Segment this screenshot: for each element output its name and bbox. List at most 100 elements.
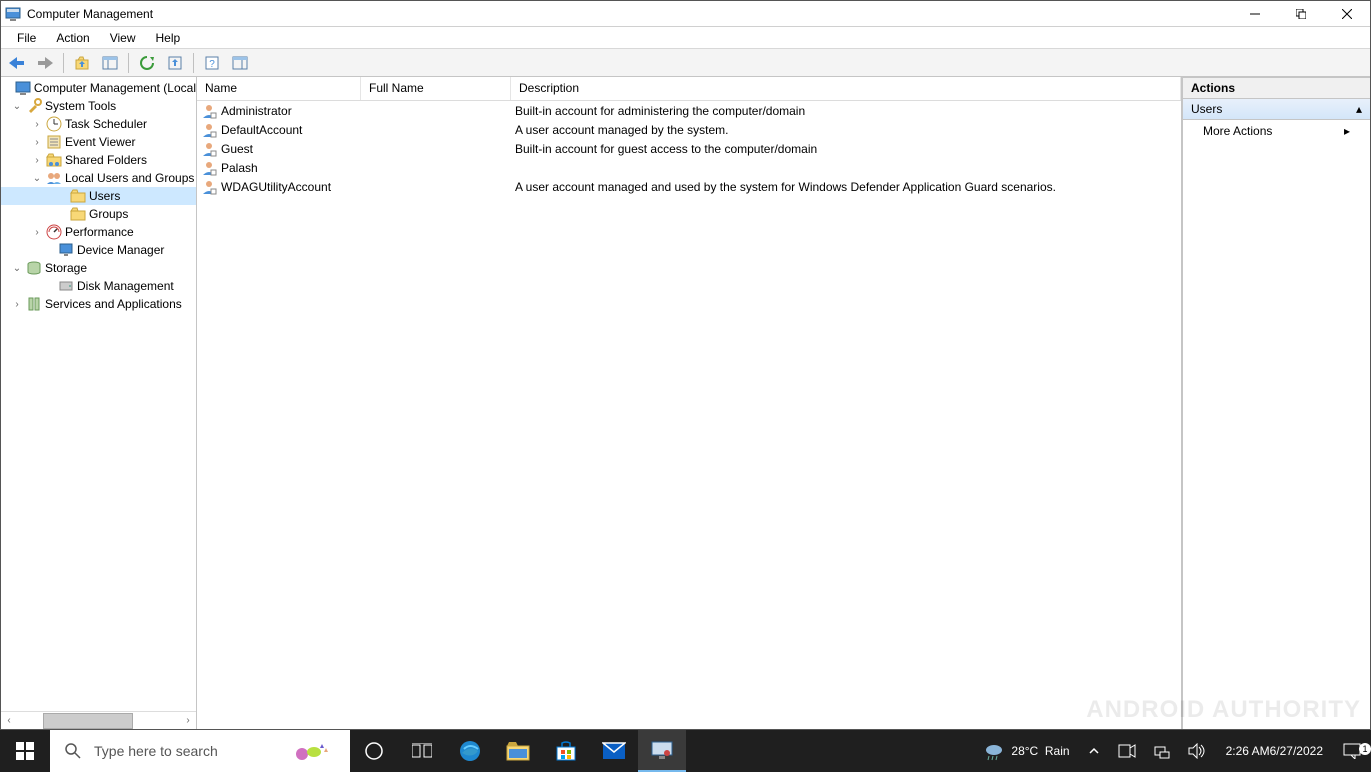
expand-icon[interactable]: ›	[31, 155, 43, 166]
taskbar: Type here to search 28°C Rain 2:26 AM 6/…	[0, 730, 1371, 772]
list-row[interactable]: Palash	[197, 158, 1181, 177]
maximize-button[interactable]	[1278, 1, 1324, 27]
svg-text:?: ?	[209, 59, 215, 70]
tree-task-scheduler[interactable]: › Task Scheduler	[1, 115, 196, 133]
weather-widget[interactable]: 28°C Rain	[977, 730, 1075, 772]
toolbar-separator	[193, 53, 194, 73]
taskbar-store[interactable]	[542, 730, 590, 772]
taskbar-mail[interactable]	[590, 730, 638, 772]
column-header-description[interactable]: Description	[511, 77, 1181, 100]
column-header-fullname[interactable]: Full Name	[361, 77, 511, 100]
disk-icon	[58, 278, 74, 294]
user-icon	[201, 141, 217, 157]
tray-chevron[interactable]	[1082, 730, 1106, 772]
tray-clock[interactable]: 2:26 AM 6/27/2022	[1218, 730, 1331, 772]
watermark: ANDROID AUTHORITY	[1086, 696, 1361, 724]
scroll-left-icon[interactable]: ‹	[1, 715, 17, 726]
collapse-icon[interactable]: ⌄	[11, 263, 23, 274]
list-row[interactable]: WDAGUtilityAccountA user account managed…	[197, 177, 1181, 196]
navigation-tree[interactable]: Computer Management (Local ⌄ System Tool…	[1, 77, 196, 711]
actions-section-label: Users	[1191, 102, 1222, 116]
expand-icon[interactable]: ›	[11, 299, 23, 310]
actions-section-header[interactable]: Users ▴	[1183, 99, 1370, 120]
tree-local-users-groups[interactable]: ⌄ Local Users and Groups	[1, 169, 196, 187]
help-button[interactable]: ?	[200, 52, 224, 74]
cortana-button[interactable]	[350, 730, 398, 772]
weather-temp: 28°C	[1011, 744, 1038, 758]
menu-action[interactable]: Action	[46, 29, 99, 47]
menu-help[interactable]: Help	[146, 29, 191, 47]
minimize-button[interactable]	[1232, 1, 1278, 27]
show-hide-actions-button[interactable]	[228, 52, 252, 74]
collapse-icon[interactable]: ⌄	[11, 101, 23, 112]
menu-file[interactable]: File	[7, 29, 46, 47]
list-row[interactable]: Guest Built-in account for guest access t…	[197, 139, 1181, 158]
tree-horizontal-scrollbar[interactable]: ‹ ›	[1, 711, 196, 729]
expand-icon[interactable]: ›	[31, 227, 43, 238]
menu-view[interactable]: View	[100, 29, 146, 47]
taskbar-computer-management[interactable]	[638, 730, 686, 772]
tree-label: Storage	[45, 261, 87, 275]
tray-volume[interactable]	[1182, 730, 1212, 772]
start-button[interactable]	[0, 730, 50, 772]
tree-label: System Tools	[45, 99, 116, 113]
services-icon	[26, 296, 42, 312]
tray-meet-now[interactable]	[1112, 730, 1142, 772]
cell-name: Guest	[221, 142, 253, 156]
tree-system-tools[interactable]: ⌄ System Tools	[1, 97, 196, 115]
search-placeholder: Type here to search	[94, 743, 218, 759]
expand-icon[interactable]: ›	[31, 137, 43, 148]
toolbar-separator	[63, 53, 64, 73]
tree-label: Users	[89, 189, 120, 203]
collapse-triangle-icon: ▴	[1356, 102, 1362, 116]
cell-description: A user account managed and used by the s…	[511, 180, 1181, 194]
tree-device-manager[interactable]: Device Manager	[1, 241, 196, 259]
scroll-right-icon[interactable]: ›	[180, 715, 196, 726]
user-icon	[201, 122, 217, 138]
taskbar-search[interactable]: Type here to search	[50, 730, 350, 772]
tree-event-viewer[interactable]: › Event Viewer	[1, 133, 196, 151]
event-viewer-icon	[46, 134, 62, 150]
tree-performance[interactable]: › Performance	[1, 223, 196, 241]
list-body: AdministratorBuilt-in account for admini…	[197, 101, 1181, 729]
performance-icon	[46, 224, 62, 240]
taskbar-edge[interactable]	[446, 730, 494, 772]
up-button[interactable]	[70, 52, 94, 74]
tree-shared-folders[interactable]: › Shared Folders	[1, 151, 196, 169]
weather-icon	[983, 740, 1005, 762]
tray-network[interactable]	[1148, 730, 1176, 772]
notification-icon	[1343, 743, 1361, 759]
app-icon	[5, 6, 21, 22]
tree-storage[interactable]: ⌄ Storage	[1, 259, 196, 277]
export-button[interactable]	[163, 52, 187, 74]
actions-more-label: More Actions	[1203, 124, 1272, 138]
list-row[interactable]: AdministratorBuilt-in account for admini…	[197, 101, 1181, 120]
close-button[interactable]	[1324, 1, 1370, 27]
tree-disk-management[interactable]: Disk Management	[1, 277, 196, 295]
tree-root[interactable]: Computer Management (Local	[1, 79, 196, 97]
tree-groups[interactable]: Groups	[1, 205, 196, 223]
folder-icon	[70, 188, 86, 204]
expand-icon[interactable]: ›	[31, 119, 43, 130]
task-view-button[interactable]	[398, 730, 446, 772]
tree-services-apps[interactable]: › Services and Applications	[1, 295, 196, 313]
scrollbar-thumb[interactable]	[43, 713, 133, 729]
taskbar-explorer[interactable]	[494, 730, 542, 772]
list-pane: Name Full Name Description Administrator…	[197, 77, 1182, 729]
clock-date: 6/27/2022	[1270, 744, 1323, 758]
actions-more-actions[interactable]: More Actions ▸	[1183, 120, 1370, 142]
show-hide-tree-button[interactable]	[98, 52, 122, 74]
tree-users[interactable]: Users	[1, 187, 196, 205]
forward-button[interactable]	[33, 52, 57, 74]
back-button[interactable]	[5, 52, 29, 74]
storage-icon	[26, 260, 42, 276]
refresh-button[interactable]	[135, 52, 159, 74]
tray-notifications[interactable]: 1	[1337, 730, 1367, 772]
collapse-icon[interactable]: ⌄	[31, 173, 43, 184]
network-icon	[1154, 743, 1170, 759]
column-header-name[interactable]: Name	[197, 77, 361, 100]
tree-label: Groups	[89, 207, 128, 221]
cell-description: Built-in account for guest access to the…	[511, 142, 1181, 156]
list-row[interactable]: DefaultAccountA user account managed by …	[197, 120, 1181, 139]
tree-label: Event Viewer	[65, 135, 135, 149]
